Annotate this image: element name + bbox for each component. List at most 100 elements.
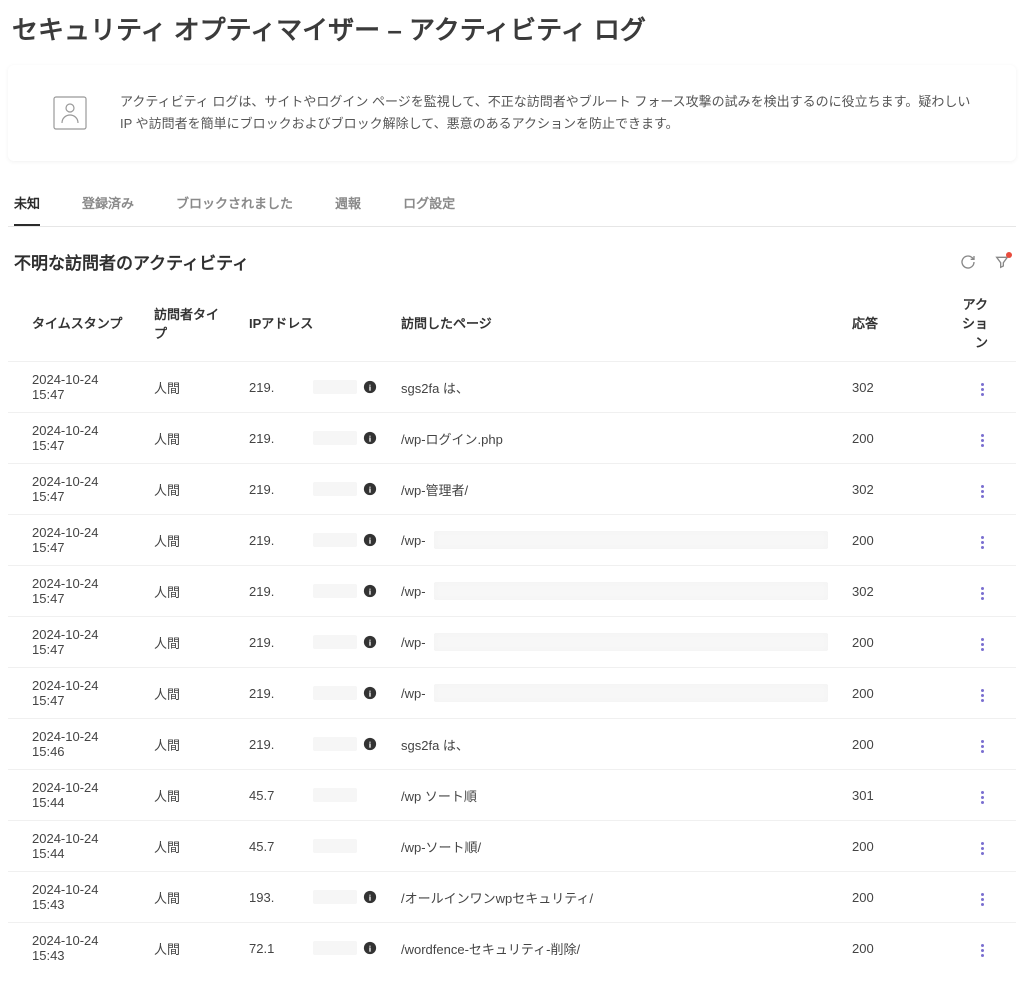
info-icon[interactable]: i xyxy=(363,686,377,700)
table-row: 2024-10-24 15:47人間219.i/wp-管理者/302 xyxy=(8,464,1016,515)
cell-page: sgs2fa は、 xyxy=(385,719,836,770)
visited-page-text: /wp-ソート順/ xyxy=(401,837,481,856)
info-icon[interactable]: i xyxy=(363,737,377,751)
tab-0[interactable]: 未知 xyxy=(14,183,40,226)
ip-redacted xyxy=(313,788,357,802)
info-icon[interactable]: i xyxy=(363,584,377,598)
cell-action xyxy=(936,770,1016,821)
ip-prefix: 45.7 xyxy=(249,839,307,854)
cell-page: /wp-ソート順/ xyxy=(385,821,836,872)
cell-visitor-type: 人間 xyxy=(138,464,233,515)
ip-redacted xyxy=(313,482,357,496)
ip-redacted xyxy=(313,380,357,394)
visited-page-text: /wp- xyxy=(401,533,426,548)
row-actions-menu-button[interactable] xyxy=(977,481,988,502)
row-actions-menu-button[interactable] xyxy=(977,940,988,961)
ip-redacted xyxy=(313,533,357,547)
filter-button[interactable] xyxy=(994,254,1010,270)
visited-page-text: /オールインワンwpセキュリティ/ xyxy=(401,888,593,907)
cell-visitor-type: 人間 xyxy=(138,719,233,770)
cell-timestamp: 2024-10-24 15:47 xyxy=(8,413,138,464)
cell-visitor-type: 人間 xyxy=(138,923,233,974)
cell-timestamp: 2024-10-24 15:43 xyxy=(8,872,138,923)
info-icon[interactable]: i xyxy=(363,431,377,445)
table-row: 2024-10-24 15:47人間219.isgs2fa は、302 xyxy=(8,362,1016,413)
page-redacted xyxy=(434,684,828,702)
row-actions-menu-button[interactable] xyxy=(977,634,988,655)
info-description: アクティビティ ログは、サイトやログイン ページを監視して、不正な訪問者やブルー… xyxy=(120,91,976,135)
info-icon[interactable]: i xyxy=(363,482,377,496)
cell-response: 200 xyxy=(836,413,936,464)
cell-action xyxy=(936,821,1016,872)
cell-ip: 45.7 xyxy=(233,770,385,821)
table-row: 2024-10-24 15:47人間 219. i/wp-ログイン.php 200 xyxy=(8,413,1016,464)
cell-response: 302 xyxy=(836,362,936,413)
cell-timestamp: 2024-10-24 15:43 xyxy=(8,923,138,974)
tab-2[interactable]: ブロックされました xyxy=(176,183,293,226)
cell-ip: 193. i xyxy=(233,872,385,923)
tab-1[interactable]: 登録済み xyxy=(82,183,134,226)
info-icon[interactable]: i xyxy=(363,380,377,394)
row-actions-menu-button[interactable] xyxy=(977,583,988,604)
row-actions-menu-button[interactable] xyxy=(977,787,988,808)
ip-prefix: 193. xyxy=(249,890,307,905)
cell-response: 200 xyxy=(836,719,936,770)
tab-4[interactable]: ログ設定 xyxy=(403,183,455,226)
col-header-response: 応答 xyxy=(836,284,936,362)
cell-page: /wp-管理者/ xyxy=(385,464,836,515)
row-actions-menu-button[interactable] xyxy=(977,379,988,400)
cell-visitor-type: 人間 xyxy=(138,515,233,566)
cell-ip: 219. i xyxy=(233,668,385,719)
cell-response: 302 xyxy=(836,464,936,515)
cell-page: /オールインワンwpセキュリティ/ xyxy=(385,872,836,923)
table-row: 2024-10-24 15:43人間72.1i/wordfence-セキュリティ… xyxy=(8,923,1016,974)
cell-visitor-type: 人間 xyxy=(138,566,233,617)
ip-redacted xyxy=(313,686,357,700)
row-actions-menu-button[interactable] xyxy=(977,736,988,757)
refresh-button[interactable] xyxy=(960,254,976,270)
cell-action xyxy=(936,413,1016,464)
row-actions-menu-button[interactable] xyxy=(977,889,988,910)
cell-timestamp: 2024-10-24 15:47 xyxy=(8,566,138,617)
visited-page-text: /wp-ログイン.php xyxy=(401,429,503,448)
row-actions-menu-button[interactable] xyxy=(977,838,988,859)
cell-timestamp: 2024-10-24 15:47 xyxy=(8,668,138,719)
cell-ip: 72.1i xyxy=(233,923,385,974)
cell-ip: 219.i xyxy=(233,362,385,413)
cell-ip: 219. i xyxy=(233,413,385,464)
ip-prefix: 219. xyxy=(249,686,307,701)
visited-page-text: /wp ソート順 xyxy=(401,786,477,805)
row-actions-menu-button[interactable] xyxy=(977,532,988,553)
info-icon[interactable]: i xyxy=(363,635,377,649)
cell-visitor-type: 人間 xyxy=(138,413,233,464)
cell-timestamp: 2024-10-24 15:47 xyxy=(8,362,138,413)
page-redacted xyxy=(434,582,828,600)
tab-3[interactable]: 週報 xyxy=(335,183,361,226)
cell-response: 200 xyxy=(836,923,936,974)
info-icon[interactable]: i xyxy=(363,533,377,547)
cell-response: 200 xyxy=(836,617,936,668)
row-actions-menu-button[interactable] xyxy=(977,685,988,706)
cell-visitor-type: 人間 xyxy=(138,872,233,923)
col-header-ip: IPアドレス xyxy=(233,284,385,362)
ip-redacted xyxy=(313,431,357,445)
table-row: 2024-10-24 15:46人間 219. i sgs2fa は、 200 xyxy=(8,719,1016,770)
cell-timestamp: 2024-10-24 15:44 xyxy=(8,821,138,872)
table-row: 2024-10-24 15:44人間45.7/wp-ソート順/200 xyxy=(8,821,1016,872)
visitor-log-icon xyxy=(48,91,92,135)
info-icon[interactable]: i xyxy=(363,941,377,955)
ip-redacted xyxy=(313,890,357,904)
cell-page: /wordfence-セキュリティ-削除/ xyxy=(385,923,836,974)
cell-timestamp: 2024-10-24 15:46 xyxy=(8,719,138,770)
ip-prefix: 219. xyxy=(249,431,307,446)
ip-prefix: 219. xyxy=(249,635,307,650)
cell-visitor-type: 人間 xyxy=(138,668,233,719)
cell-action xyxy=(936,668,1016,719)
cell-action xyxy=(936,719,1016,770)
row-actions-menu-button[interactable] xyxy=(977,430,988,451)
visited-page-text: /wp- xyxy=(401,686,426,701)
visited-page-text: sgs2fa は、 xyxy=(401,735,469,754)
info-icon[interactable]: i xyxy=(363,890,377,904)
ip-prefix: 219. xyxy=(249,737,307,752)
col-header-page: 訪問したページ xyxy=(385,284,836,362)
